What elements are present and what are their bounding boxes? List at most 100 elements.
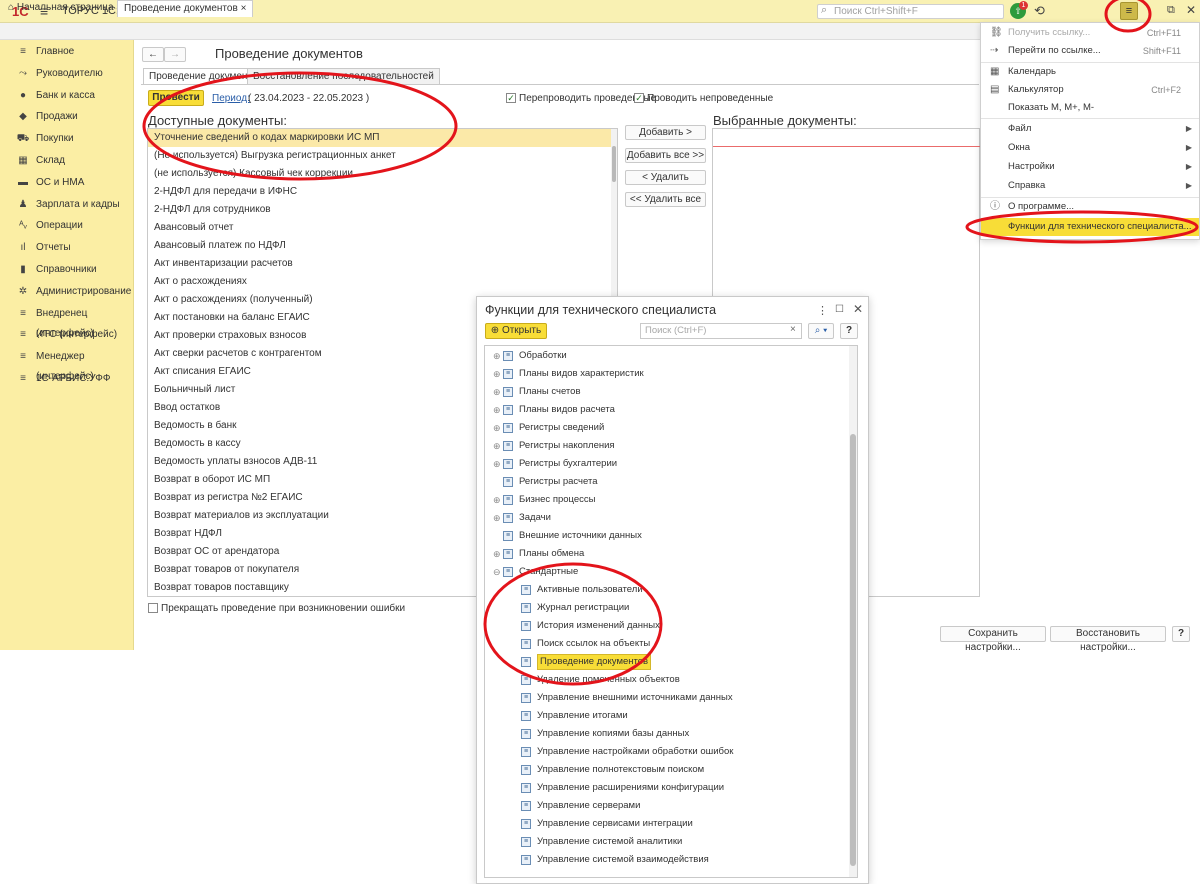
tree-item[interactable]: ≡ Активные пользователи (485, 581, 845, 599)
sidebar-item[interactable]: ᴬᵥ Операции (0, 216, 134, 236)
menu-tech-functions[interactable]: Функции для технического специалиста... (981, 218, 1199, 236)
tree-expander-icon[interactable]: ⊕ (493, 509, 501, 527)
repost-posted-checkbox[interactable]: ✓ (506, 93, 516, 103)
tech-search-input[interactable]: Поиск (Ctrl+F) (640, 323, 802, 339)
help-button[interactable]: ? (1172, 626, 1190, 642)
tree-item[interactable]: ≡ Поиск ссылок на объекты (485, 635, 845, 653)
tech-help-button[interactable]: ? (840, 323, 858, 339)
remove-all-button[interactable]: << Удалить все (625, 192, 706, 207)
post-documents-button[interactable]: Провести (148, 90, 204, 106)
available-doc-row[interactable]: Акт о расхождениях (148, 273, 612, 291)
tree-item[interactable]: ≡ Управление полнотекстовым поиском (485, 761, 845, 779)
tree-expander-icon[interactable]: ⊕ (493, 401, 501, 419)
add-all-button[interactable]: Добавить все >> (625, 148, 706, 163)
menu-help[interactable]: Справка ▶ (981, 177, 1199, 195)
stop-on-error-checkbox[interactable] (148, 603, 158, 613)
menu-goto-link[interactable]: ⇢ Перейти по ссылке... Shift+F11 (981, 42, 1199, 60)
menu-windows[interactable]: Окна ▶ (981, 139, 1199, 157)
tree-group[interactable]: ⊕ ≡ Бизнес процессы (485, 491, 845, 509)
main-menu-button[interactable]: ≡ (1120, 2, 1138, 20)
tree-expander-icon[interactable]: ⊕ (493, 437, 501, 455)
post-unposted-checkbox[interactable]: ✓ (634, 93, 644, 103)
tree-group[interactable]: ⊕ ≡ Регистры сведений (485, 419, 845, 437)
open-button[interactable]: ⊕ Открыть (485, 323, 547, 339)
nav-back-button[interactable]: ← (142, 47, 164, 62)
more-actions-icon[interactable]: ⋮ (817, 304, 828, 317)
tree-item[interactable]: ≡ Управление итогами (485, 707, 845, 725)
available-doc-row[interactable]: Авансовый платеж по НДФЛ (148, 237, 612, 255)
available-doc-row[interactable]: Уточнение сведений о кодах маркировки ИС… (148, 129, 612, 147)
sidebar-item[interactable]: ▮ Справочники (0, 260, 134, 280)
tree-expander-icon[interactable]: ⊕ (493, 347, 501, 365)
menu-calculator[interactable]: ▤ Калькулятор Ctrl+F2 (981, 81, 1199, 99)
menu-file[interactable]: Файл ▶ (981, 120, 1199, 138)
history-icon[interactable]: ⟲ (1034, 3, 1045, 19)
tree-item[interactable]: ≡ Управление серверами (485, 797, 845, 815)
tree-group[interactable]: ⊕ ≡ Регистры бухгалтерии (485, 455, 845, 473)
sidebar-item[interactable]: ≡ Внедренец (интерфейс) (0, 304, 134, 339)
close-icon[interactable]: ✕ (853, 302, 863, 316)
save-settings-button[interactable]: Сохранить настройки... (940, 626, 1046, 653)
tree-item[interactable]: ≡ Управление настройками обработки ошибок (485, 743, 845, 761)
global-search-input[interactable]: ⌕ Поиск Ctrl+Shift+F (817, 4, 1004, 19)
search-button[interactable]: ⌕ ▾ (808, 323, 834, 339)
menu-get-link[interactable]: ⛓ Получить ссылку... Ctrl+F11 (981, 24, 1199, 42)
available-doc-row[interactable]: 2-НДФЛ для сотрудников (148, 201, 612, 219)
tree-item[interactable]: ≡ Управление системой аналитики (485, 833, 845, 851)
nav-forward-button[interactable]: → (164, 47, 186, 62)
tree-group[interactable]: ⊕ ≡ Задачи (485, 509, 845, 527)
tree-item[interactable]: ≡ Управление расширениями конфигурации (485, 779, 845, 797)
tab-close-icon[interactable]: × (241, 3, 247, 14)
sidebar-item[interactable]: ▦ Склад (0, 151, 134, 171)
tree-group[interactable]: ⊕ ≡ Планы видов характеристик (485, 365, 845, 383)
tree-item[interactable]: ≡ Управление копиями базы данных (485, 725, 845, 743)
period-link[interactable]: Период: (212, 93, 250, 104)
clear-search-icon[interactable]: × (790, 324, 796, 335)
tree-item[interactable]: ≡ История изменений данных (485, 617, 845, 635)
tree-expander-icon[interactable]: ⊕ (493, 419, 501, 437)
tree-expander-icon[interactable]: ⊕ (493, 545, 501, 563)
available-doc-row[interactable]: Авансовый отчет (148, 219, 612, 237)
restore-settings-button[interactable]: Восстановить настройки... (1050, 626, 1166, 653)
tree-expander-icon[interactable]: ⊖ (493, 563, 501, 581)
tab-restore-sequences[interactable]: Восстановление последовательностей (247, 68, 440, 84)
available-doc-row[interactable]: 2-НДФЛ для передачи в ИФНС (148, 183, 612, 201)
tree-item[interactable]: ≡ Управление сервисами интеграции (485, 815, 845, 833)
tree-item[interactable]: ≡ Управление внешними источниками данных (485, 689, 845, 707)
tree-expander-icon[interactable]: ⊕ (493, 365, 501, 383)
tree-group[interactable]: ⊕ ≡ Планы обмена (485, 545, 845, 563)
tree-item[interactable]: ≡ Удаление помеченных объектов (485, 671, 845, 689)
sidebar-item[interactable]: ♟ Зарплата и кадры (0, 195, 134, 215)
tree-expander-icon[interactable]: ⊕ (493, 383, 501, 401)
available-doc-row[interactable]: Акт инвентаризации расчетов (148, 255, 612, 273)
window-restore-icon[interactable]: ⧉ (1167, 4, 1175, 17)
maximize-icon[interactable]: ☐ (835, 304, 844, 315)
tree-expander-icon[interactable]: ⊕ (493, 455, 501, 473)
menu-show-m[interactable]: Показать M, M+, M- (981, 99, 1199, 117)
sidebar-item[interactable]: ıl Отчеты (0, 238, 134, 258)
tab-home[interactable]: ⌂ Начальная страница (8, 2, 114, 13)
tree-group[interactable]: ≡ Регистры расчета (485, 473, 845, 491)
sidebar-item[interactable]: ▬ ОС и НМА (0, 173, 134, 193)
add-button[interactable]: Добавить > (625, 125, 706, 140)
sidebar-item[interactable]: ◆ Продажи (0, 107, 134, 127)
tree-group[interactable]: ⊕ ≡ Регистры накопления (485, 437, 845, 455)
sidebar-item[interactable]: ≡ ИТС (интерфейс) (0, 325, 134, 345)
available-doc-row[interactable]: (не используется) Кассовый чек коррекции (148, 165, 612, 183)
tree-item[interactable]: ≡ Проведение документов (485, 653, 845, 671)
available-docs-scroll-thumb[interactable] (612, 146, 616, 182)
window-close-icon[interactable]: ✕ (1186, 3, 1196, 17)
sidebar-item[interactable]: ● Банк и касса (0, 86, 134, 106)
tech-functions-tree[interactable]: ⊕ ≡ Обработки ⊕ ≡ Планы видов характеристик ⊕ ≡… (484, 345, 858, 878)
tech-tree-scroll-thumb[interactable] (850, 434, 856, 866)
remove-button[interactable]: < Удалить (625, 170, 706, 185)
tree-item[interactable]: ≡ Журнал регистрации (485, 599, 845, 617)
sidebar-item[interactable]: ✲ Администрирование (0, 282, 134, 302)
tree-group[interactable]: ⊕ ≡ Планы счетов (485, 383, 845, 401)
tab-document-posting[interactable]: Проведение документов × (117, 0, 254, 17)
menu-settings[interactable]: Настройки ▶ (981, 158, 1199, 176)
tree-group[interactable]: ⊕ ≡ Планы видов расчета (485, 401, 845, 419)
menu-calendar[interactable]: ▦ Календарь (981, 63, 1199, 81)
tree-group[interactable]: ≡ Внешние источники данных (485, 527, 845, 545)
sidebar-item[interactable]: ≡ Менеджер (интерфейс) (0, 347, 134, 382)
